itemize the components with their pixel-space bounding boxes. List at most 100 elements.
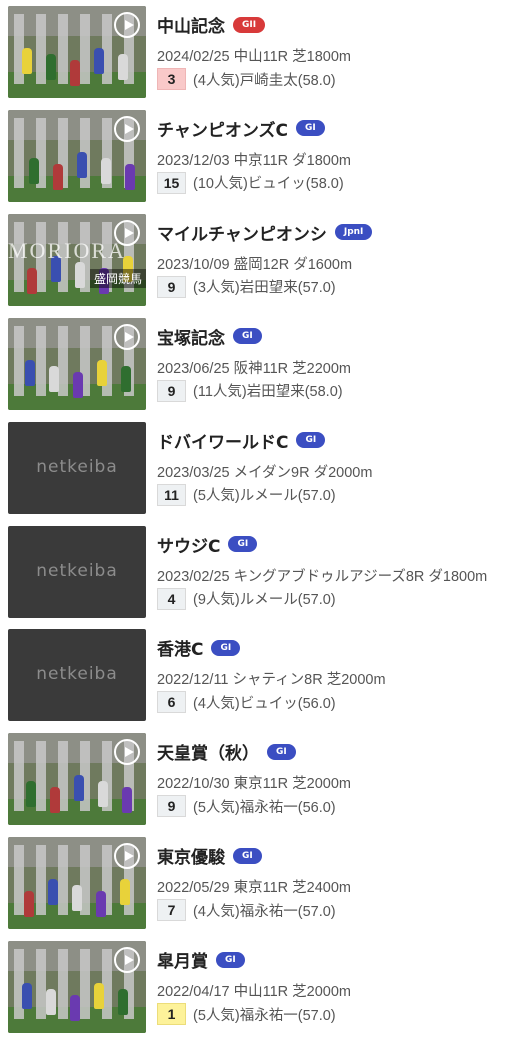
popularity: (5人気) (193, 799, 240, 816)
grade-badge: JpnI (334, 224, 373, 241)
popularity: (5人気) (193, 488, 240, 505)
race-result: 9 (5人気) 福永祐一(56.0) (157, 795, 336, 818)
netkeiba-logo: netkeiba (36, 664, 118, 685)
race-result: 1 (5人気) 福永祐一(57.0) (157, 1003, 336, 1026)
race-title-line: 東京優駿 GI (157, 843, 262, 868)
race-date: 2022/05/29 (157, 880, 230, 897)
race-result: 4 (9人気) ルメール(57.0) (157, 587, 336, 610)
race-row[interactable]: netkeiba ドバイワールドC GI 2023/03/25 メイダン9R ダ200… (0, 420, 527, 524)
finish-position: 9 (157, 379, 186, 402)
race-date-course: 2022/04/17 中山11R 芝2000m (157, 980, 351, 1001)
play-icon[interactable] (114, 843, 140, 870)
jockey-weight: ルメール(57.0) (239, 488, 336, 505)
race-title-line: 宝塚記念 GI (157, 324, 262, 349)
jockey-weight: ルメール(57.0) (239, 592, 336, 608)
race-title-line: 皐月賞 GI (157, 947, 245, 972)
jockey-weight: 福永祐一(57.0) (239, 1007, 336, 1024)
race-course: 中山11R 芝1800m (229, 49, 351, 65)
thumbnail-caption: 盛岡競馬 (89, 268, 146, 288)
race-name[interactable]: ドバイワールドC (157, 428, 288, 453)
race-course: 東京11R 芝2400m (229, 880, 351, 897)
finish-position: 6 (157, 691, 186, 714)
play-icon[interactable] (114, 115, 140, 142)
race-date: 2023/12/03 (157, 152, 230, 169)
race-name[interactable]: 皐月賞 (157, 947, 208, 972)
race-video-thumbnail[interactable] (8, 941, 146, 1034)
race-name[interactable]: サウジC (157, 532, 220, 557)
jockey-weight: 福永祐一(57.0) (239, 903, 336, 920)
race-date-course: 2022/05/29 東京11R 芝2400m (157, 876, 351, 897)
finish-position: 3 (157, 68, 186, 90)
race-video-thumbnail[interactable] (8, 109, 146, 202)
race-row[interactable]: netkeiba 香港C GI 2022/12/11 シャティン8R 芝2000m 6(… (0, 627, 527, 731)
grade-badge: GI (216, 951, 245, 968)
race-result: 9 (11人気) 岩田望来(58.0) (157, 379, 343, 402)
race-row[interactable]: 皐月賞 GI 2022/04/17 中山11R 芝2000m 1 (5人気) 福永祐一(… (0, 939, 527, 1043)
race-name[interactable]: 東京優駿 (157, 843, 225, 868)
race-date: 2022/12/11 (157, 672, 229, 689)
race-result: 3 (4人気) 戸崎圭太(58.0) (157, 68, 336, 90)
grade-badge: GI (295, 120, 325, 137)
finish-position: 7 (157, 899, 186, 922)
play-icon[interactable] (114, 219, 140, 246)
popularity: (9人気) (193, 592, 240, 608)
thumbnail-overlay-text: MORIORA (8, 237, 126, 263)
race-video-thumbnail[interactable] (8, 837, 146, 930)
race-row[interactable]: netkeiba サウジC GI 2023/02/25 キングアブドゥルアジーズ8R … (0, 524, 527, 628)
race-video-thumbnail[interactable] (8, 317, 146, 410)
finish-position: 9 (157, 795, 186, 818)
race-video-thumbnail[interactable]: MORIORA 盛岡競馬 (8, 213, 146, 306)
popularity: (4人気) (193, 695, 240, 712)
thumbnail-placeholder[interactable]: netkeiba (8, 421, 146, 514)
race-result: 7 (4人気) 福永祐一(57.0) (157, 899, 336, 922)
jockey-weight: ビュイッ(58.0) (247, 176, 344, 193)
race-date: 2022/10/30 (157, 776, 230, 793)
race-date: 2023/02/25 (157, 568, 230, 585)
race-course: 中山11R 芝2000m (229, 984, 351, 1001)
finish-position: 11 (157, 483, 186, 506)
race-row[interactable]: チャンピオンズC GI 2023/12/03 中京11R ダ1800m 15 (10人気… (0, 108, 527, 212)
race-course: 中京11R ダ1800m (229, 152, 351, 169)
grade-badge: GI (233, 847, 262, 864)
race-date-course: 2022/12/11 シャティン8R 芝2000m (157, 668, 386, 689)
play-icon[interactable] (114, 323, 140, 350)
race-row[interactable]: 天皇賞（秋） GI 2022/10/30 東京11R 芝2000m 9 (5人気) 福永… (0, 731, 527, 835)
race-name[interactable]: 中山記念 (157, 12, 225, 37)
grade-badge: GI (267, 743, 296, 760)
play-icon[interactable] (114, 12, 140, 38)
netkeiba-logo: netkeiba (36, 456, 118, 477)
race-video-thumbnail[interactable] (8, 6, 146, 98)
race-name[interactable]: マイルチャンピオンシ (157, 220, 327, 245)
race-name[interactable]: 宝塚記念 (157, 324, 225, 349)
jockey-weight: 岩田望来(57.0) (239, 280, 336, 297)
race-result: 6 (4人気) ビュイッ(56.0) (157, 691, 336, 714)
race-course: メイダン9R ダ2000m (229, 464, 373, 481)
grade-badge: GI (233, 328, 262, 345)
race-row[interactable]: MORIORA 盛岡競馬 マイルチャンピオンシ JpnI 2023/10/09 盛岡12… (0, 212, 527, 316)
netkeiba-logo: netkeiba (36, 560, 118, 581)
race-title-line: チャンピオンズC GI (157, 116, 325, 141)
race-course: 東京11R 芝2000m (229, 776, 351, 793)
race-name[interactable]: 天皇賞（秋） (157, 739, 259, 764)
race-name[interactable]: 香港C (157, 635, 203, 660)
race-name[interactable]: チャンピオンズC (157, 116, 288, 141)
race-row[interactable]: 中山記念 GII 2024/02/25 中山11R 芝1800m 3 (4人気) 戸崎圭… (0, 4, 527, 108)
thumbnail-placeholder[interactable]: netkeiba (8, 629, 146, 722)
jockey-weight: 戸崎圭太(58.0) (239, 72, 336, 89)
thumbnail-placeholder[interactable]: netkeiba (8, 525, 146, 618)
race-date: 2023/10/09 (157, 256, 230, 273)
race-date: 2022/04/17 (157, 984, 230, 1001)
race-course: シャティン8R 芝2000m (228, 672, 386, 689)
race-date-course: 2023/03/25 メイダン9R ダ2000m (157, 461, 372, 482)
race-row[interactable]: 宝塚記念 GI 2023/06/25 阪神11R 芝2200m 9 (11人気) 岩田望… (0, 316, 527, 420)
race-video-thumbnail[interactable] (8, 733, 146, 826)
play-icon[interactable] (114, 947, 140, 974)
finish-position: 15 (157, 171, 186, 194)
race-title-line: 天皇賞（秋） GI (157, 739, 296, 764)
grade-badge: GII (233, 16, 266, 33)
popularity: (10人気) (193, 176, 248, 193)
popularity: (3人気) (193, 280, 240, 297)
finish-position: 9 (157, 275, 186, 298)
race-row[interactable]: 東京優駿 GI 2022/05/29 東京11R 芝2400m 7 (4人気) 福永祐一… (0, 835, 527, 939)
grade-badge: GI (296, 432, 326, 449)
